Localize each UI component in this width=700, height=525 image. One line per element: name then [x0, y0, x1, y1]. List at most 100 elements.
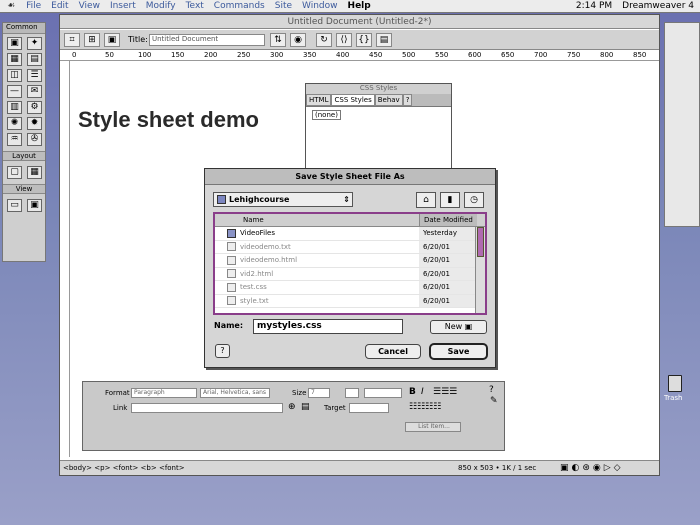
list-item[interactable]: style.txt 6/20/01 — [215, 294, 485, 308]
menu-file[interactable]: File — [21, 1, 46, 11]
list-item[interactable]: test.css 6/20/01 — [215, 281, 485, 295]
background-window[interactable] — [664, 22, 700, 227]
menu-insert[interactable]: Insert — [105, 1, 141, 11]
list-item[interactable]: videodemo.txt 6/20/01 — [215, 240, 485, 254]
menu-text[interactable]: Text — [181, 1, 209, 11]
ruler-tick: 250 — [237, 51, 251, 59]
objects-category[interactable]: Common — [3, 23, 45, 34]
shockwave-icon[interactable]: ✹ — [27, 117, 42, 130]
point-to-file-icon[interactable]: ⊕ — [288, 402, 296, 412]
tab-html[interactable]: HTML — [306, 94, 332, 106]
navbar-icon[interactable]: ☰ — [27, 69, 42, 82]
design-view-icon[interactable]: ▣ — [104, 33, 120, 47]
browse-folder-icon[interactable]: ▤ — [301, 402, 310, 412]
document-title-bar[interactable]: Untitled Document (Untitled-2*) — [60, 15, 659, 29]
css-style-none[interactable]: (none) — [312, 110, 341, 120]
file-list[interactable]: Name Date Modified VideoFiles Yesterday … — [213, 212, 487, 315]
tabular-data-icon[interactable]: ▤ — [27, 53, 42, 66]
column-date-modified[interactable]: Date Modified — [419, 214, 477, 226]
tag-selector[interactable]: <body> <p> <font> <b> <font> — [63, 464, 185, 472]
menu-site[interactable]: Site — [270, 1, 297, 11]
view-options-icon[interactable]: ▤ — [376, 33, 392, 47]
image-icon[interactable]: ▣ — [7, 37, 22, 50]
apple-menu[interactable]: ☙ — [0, 1, 21, 11]
folder-popup[interactable]: Lehighcourse ⇕ — [213, 192, 353, 207]
email-icon[interactable]: ✉ — [27, 85, 42, 98]
file-list-scrollbar[interactable] — [475, 227, 485, 313]
tabular-icon[interactable]: ⚙ — [27, 101, 42, 114]
code-view-icon[interactable]: ⌗ — [64, 33, 80, 47]
save-button[interactable]: Save — [429, 343, 488, 360]
rollover-icon[interactable]: ✦ — [27, 37, 42, 50]
help-button[interactable]: ? — [215, 344, 230, 358]
flash-icon[interactable]: ✺ — [7, 117, 22, 130]
tab-behaviors[interactable]: Behav — [374, 94, 403, 106]
trash[interactable]: Trash — [664, 375, 688, 405]
list-item[interactable]: videodemo.html 6/20/01 — [215, 254, 485, 268]
split-view-icon[interactable]: ⊞ — [84, 33, 100, 47]
standard-view-icon[interactable]: ▭ — [7, 199, 22, 212]
refresh-icon[interactable]: ↻ — [316, 33, 332, 47]
preview-icon[interactable]: ◉ — [290, 33, 306, 47]
app-menu[interactable]: Dreamweaver 4 — [622, 1, 694, 11]
file-name-input[interactable]: mystyles.css — [253, 319, 403, 334]
menu-help[interactable]: Help — [343, 1, 376, 11]
layout-view-icon[interactable]: ▣ — [27, 199, 42, 212]
plugin-icon[interactable]: ✇ — [27, 133, 42, 146]
dialog-title[interactable]: Save Style Sheet File As — [205, 169, 495, 185]
color-swatch[interactable] — [345, 388, 359, 398]
date-icon[interactable]: ▥ — [7, 101, 22, 114]
document-heading[interactable]: Style sheet demo — [78, 107, 259, 133]
list-icons[interactable]: ☷☷☷☷ — [409, 402, 441, 412]
quick-tag-editor-icon[interactable]: ✎ — [490, 396, 498, 406]
italic-icon[interactable]: I — [421, 387, 424, 397]
file-name: test.css — [240, 283, 267, 292]
file-management-icon[interactable]: ⇅ — [270, 33, 286, 47]
generator-icon[interactable]: ♒ — [7, 133, 22, 146]
font-select[interactable]: Arial, Helvetica, sans — [200, 388, 270, 398]
page-title-input[interactable]: Untitled Document — [149, 34, 265, 46]
menu-edit[interactable]: Edit — [46, 1, 73, 11]
format-select[interactable]: Paragraph — [131, 388, 197, 398]
menu-modify[interactable]: Modify — [141, 1, 181, 11]
rule-icon[interactable]: — — [7, 85, 22, 98]
help-icon[interactable]: ? — [489, 385, 494, 395]
launcher-icons[interactable]: ▣◐⊛◉▷◇ — [560, 463, 624, 473]
menubar: ☙ File Edit View Insert Modify Text Comm… — [0, 0, 700, 13]
align-icons[interactable]: ☰☰☰ — [433, 387, 457, 397]
ruler-tick: 550 — [435, 51, 449, 59]
menu-commands[interactable]: Commands — [209, 1, 270, 11]
desktop-shortcut-icon[interactable]: ⌂ — [416, 192, 436, 208]
cancel-button[interactable]: Cancel — [365, 344, 421, 359]
recent-icon[interactable]: ◷ — [464, 192, 484, 208]
draw-layout-table-icon[interactable]: ▦ — [27, 166, 42, 179]
draw-layout-cell-icon[interactable]: ▢ — [7, 166, 22, 179]
ruler-tick: 600 — [468, 51, 482, 59]
list-item[interactable]: VideoFiles Yesterday — [215, 227, 485, 241]
bold-icon[interactable]: B — [409, 387, 416, 397]
ruler-tick: 150 — [171, 51, 185, 59]
new-folder-button[interactable]: New ▣ — [430, 320, 487, 334]
window-size-readout[interactable]: 850 x 503 • 1K / 1 sec — [458, 464, 536, 472]
target-select[interactable] — [349, 403, 389, 413]
list-item-button[interactable]: List Item... — [405, 422, 461, 432]
favorites-icon[interactable]: ▮ — [440, 192, 460, 208]
folder-icon — [227, 228, 236, 238]
reference-icon[interactable]: ⟨⟩ — [336, 33, 352, 47]
help-icon[interactable]: ? — [402, 94, 413, 106]
column-name[interactable]: Name — [215, 214, 419, 226]
link-input[interactable] — [131, 403, 283, 413]
trash-icon[interactable] — [668, 375, 682, 392]
menu-window[interactable]: Window — [297, 1, 343, 11]
list-item[interactable]: vid2.html 6/20/01 — [215, 267, 485, 281]
layer-icon[interactable]: ◫ — [7, 69, 22, 82]
tab-css-styles[interactable]: CSS Styles — [331, 94, 375, 106]
menu-view[interactable]: View — [74, 1, 105, 11]
table-icon[interactable]: ▦ — [7, 53, 22, 66]
css-panel-title[interactable]: CSS Styles — [306, 84, 451, 94]
color-field[interactable] — [364, 388, 402, 398]
code-nav-icon[interactable]: {} — [356, 33, 372, 47]
size-select[interactable]: 7 — [308, 388, 330, 398]
file-icon — [227, 282, 236, 292]
scroll-thumb[interactable] — [477, 227, 484, 257]
